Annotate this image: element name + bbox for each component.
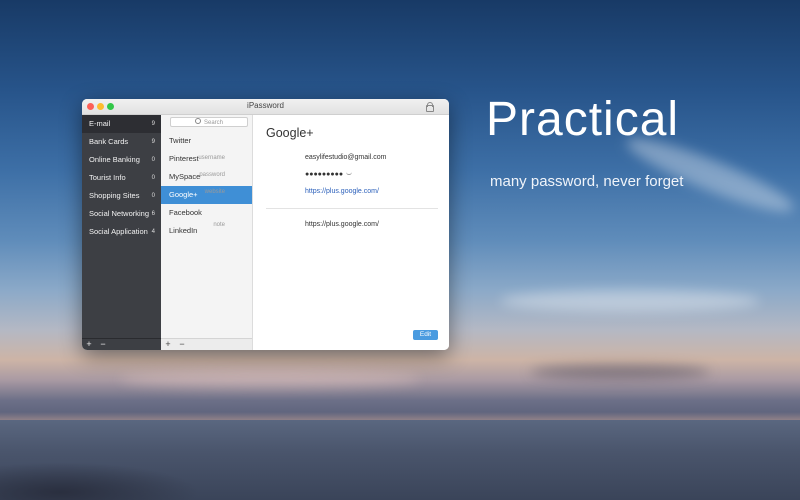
lock-icon[interactable]	[426, 102, 434, 112]
website-link[interactable]: https://plus.google.com/	[305, 186, 379, 198]
background-cloud	[500, 290, 760, 312]
sidebar-item-label: Bank Cards	[89, 137, 129, 146]
sidebar-item-count: 0	[151, 193, 155, 199]
username-value[interactable]: easylifestudio@gmail.com	[305, 152, 386, 164]
title-bar: iPassword	[82, 99, 449, 115]
search-placeholder: Search	[203, 120, 223, 126]
sidebar-item-tourist-info[interactable]: Tourist Info 0	[82, 169, 161, 187]
sidebar-item-count: 0	[151, 157, 155, 163]
field-label: password	[199, 172, 225, 178]
sidebar-item-label: Online Banking	[89, 155, 140, 164]
list-footer: + −	[161, 338, 252, 350]
sidebar-item-social-application[interactable]: Social Application 4	[82, 223, 161, 241]
search-icon	[194, 118, 201, 124]
sidebar-item-count: 6	[151, 211, 155, 217]
detail-panel: Google+ username easylifestudio@gmail.co…	[198, 115, 449, 350]
sidebar-item-label: Tourist Info	[89, 173, 126, 182]
reveal-password-icon[interactable]	[346, 171, 353, 175]
sidebar-item-label: Social Networking	[89, 209, 150, 218]
sidebar-item-count: 0	[151, 175, 155, 181]
sidebar-item-social-networking[interactable]: Social Networking 6	[82, 205, 161, 223]
shore-rocks	[0, 462, 200, 500]
sidebar-item-count: 9	[151, 139, 155, 145]
search-input[interactable]: Search	[170, 117, 248, 127]
category-sidebar: E-mail 9 Bank Cards 9 Online Banking 0 T…	[82, 115, 161, 350]
sidebar-item-email[interactable]: E-mail 9	[82, 115, 161, 133]
note-row: note https://plus.google.com/	[213, 219, 449, 231]
app-window: iPassword E-mail 9 Bank Cards 9 Online B…	[82, 99, 449, 350]
password-value[interactable]: ●●●●●●●●●	[305, 171, 343, 178]
sidebar-item-count: 4	[151, 229, 155, 235]
field-label: note	[213, 222, 225, 228]
sidebar-item-label: Shopping Sites	[89, 191, 140, 200]
note-value[interactable]: https://plus.google.com/	[305, 219, 379, 231]
list-item-twitter[interactable]: Twitter	[161, 132, 252, 150]
background-cloud	[120, 370, 420, 388]
entry-title: Google+	[266, 126, 314, 140]
field-label: website	[204, 189, 225, 195]
entry-list: Search Twitter Pinterest MySpace Google+…	[161, 115, 253, 350]
password-value-wrap: ●●●●●●●●●	[305, 169, 353, 181]
hero-title: Practical	[486, 93, 680, 146]
background-cloud	[530, 365, 710, 379]
sidebar-item-count: 9	[151, 121, 155, 127]
password-row: password ●●●●●●●●●	[199, 169, 449, 181]
window-title: iPassword	[247, 101, 284, 110]
sidebar-item-bank-cards[interactable]: Bank Cards 9	[82, 133, 161, 151]
remove-category-button[interactable]: −	[97, 338, 109, 350]
sidebar-item-label: E-mail	[89, 119, 111, 128]
website-row: website https://plus.google.com/	[205, 186, 449, 198]
add-entry-button[interactable]: +	[162, 338, 174, 350]
sidebar-item-label: Social Application	[89, 227, 148, 236]
username-row: username easylifestudio@gmail.com	[198, 152, 449, 164]
edit-button[interactable]: Edit	[413, 330, 438, 340]
hero-subtitle: many password, never forget	[490, 173, 684, 190]
sidebar-item-online-banking[interactable]: Online Banking 0	[82, 151, 161, 169]
sidebar-item-shopping-sites[interactable]: Shopping Sites 0	[82, 187, 161, 205]
divider	[266, 208, 438, 209]
remove-entry-button[interactable]: −	[176, 338, 188, 350]
sidebar-footer: + −	[82, 338, 161, 350]
field-label: username	[198, 155, 225, 161]
add-category-button[interactable]: +	[83, 338, 95, 350]
